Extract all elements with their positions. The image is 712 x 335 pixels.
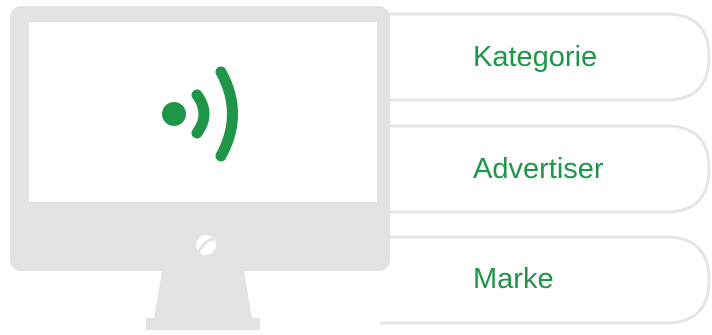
tab-marke-label[interactable]: Marke	[473, 262, 554, 296]
power-logo-icon	[196, 235, 216, 255]
illustration: Kategorie Advertiser Marke	[0, 0, 712, 330]
tab-kategorie-label[interactable]: Kategorie	[473, 40, 597, 74]
monitor-stand-base	[146, 318, 260, 330]
illustration-canvas	[10, 6, 711, 330]
monitor-stand	[154, 271, 252, 318]
monitor	[10, 6, 390, 330]
tab-advertiser-label[interactable]: Advertiser	[473, 152, 604, 186]
